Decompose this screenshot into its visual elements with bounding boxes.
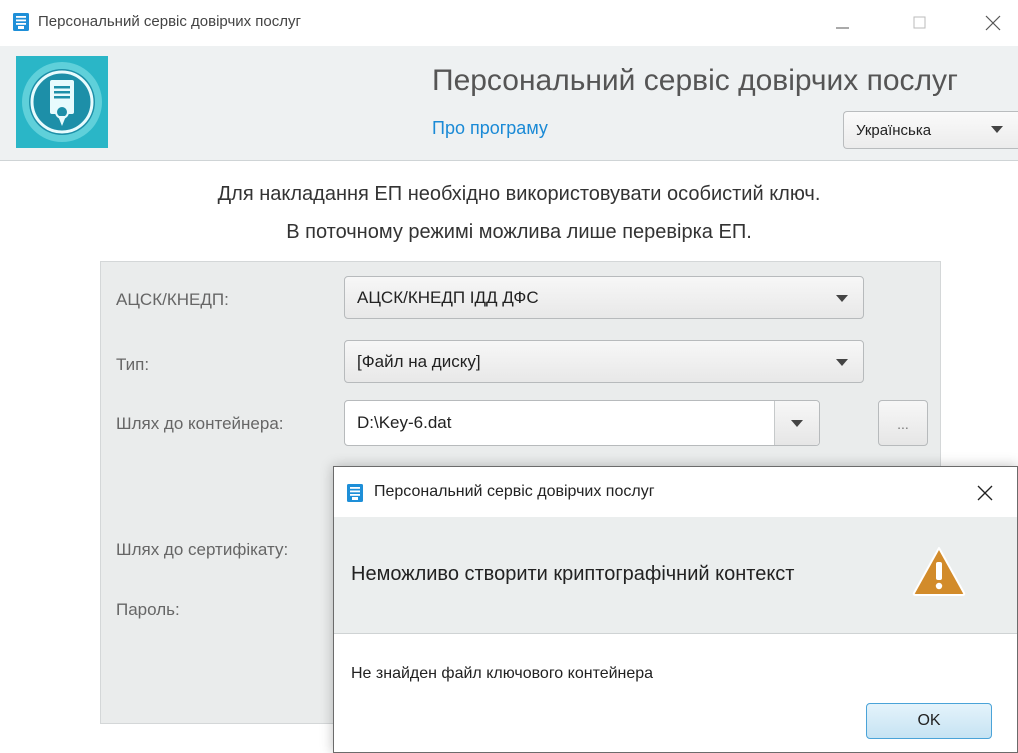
- dialog-detail: Не знайден файл ключового контейнера: [351, 665, 654, 682]
- language-select-value: Українська: [856, 122, 932, 139]
- container-path-label: Шлях до контейнера:: [116, 414, 284, 433]
- certificate-path-label: Шлях до сертифікату:: [116, 540, 289, 559]
- ca-label: АЦСК/КНЕДП:: [116, 290, 229, 309]
- minimize-icon[interactable]: [822, 8, 862, 38]
- close-icon[interactable]: [970, 479, 1000, 507]
- type-label: Тип:: [116, 355, 150, 374]
- certificate-logo-icon: [16, 56, 108, 148]
- ca-select-value: АЦСК/КНЕДП ІДД ДФС: [357, 288, 539, 307]
- chevron-down-icon: [991, 126, 1003, 133]
- container-path-value: D:\Key-6.dat: [357, 413, 452, 432]
- app-icon: [12, 12, 30, 37]
- chevron-down-icon: [836, 295, 848, 302]
- type-select-value: [Файл на диску]: [357, 352, 481, 371]
- maximize-icon[interactable]: [900, 8, 940, 38]
- dialog-header: Неможливо створити криптографічний конте…: [334, 517, 1017, 634]
- chevron-down-icon: [836, 359, 848, 366]
- container-path-input[interactable]: D:\Key-6.dat: [344, 400, 820, 446]
- info-line-1: Для накладання ЕП необхідно використовув…: [217, 183, 821, 205]
- ca-select[interactable]: АЦСК/КНЕДП ІДД ДФС: [344, 276, 864, 319]
- dialog-message: Неможливо створити криптографічний конте…: [351, 563, 795, 585]
- info-line-2: В поточному режимі можлива лише перевірк…: [286, 221, 752, 243]
- browse-button[interactable]: ...: [878, 400, 928, 446]
- warning-icon: [911, 545, 967, 602]
- app-icon: [346, 483, 364, 508]
- close-icon[interactable]: [972, 8, 1012, 38]
- window-title: Персональний сервіс довірчих послуг: [38, 13, 301, 30]
- dialog-titlebar: Персональний сервіс довірчих послуг: [334, 467, 1017, 517]
- password-label: Пароль:: [116, 600, 180, 619]
- language-select[interactable]: Українська: [843, 111, 1018, 149]
- dialog-title: Персональний сервіс довірчих послуг: [374, 483, 655, 500]
- container-path-dropdown-button[interactable]: [774, 401, 819, 445]
- type-select[interactable]: [Файл на диску]: [344, 340, 864, 383]
- error-dialog: Персональний сервіс довірчих послуг Немо…: [333, 466, 1018, 753]
- app-header: Персональний сервіс довірчих послуг Про …: [0, 46, 1018, 161]
- header-title: Персональний сервіс довірчих послуг: [432, 64, 958, 97]
- window-titlebar: Персональний сервіс довірчих послуг: [0, 0, 1018, 46]
- chevron-down-icon: [791, 420, 803, 427]
- ok-button[interactable]: OK: [866, 703, 992, 739]
- about-link[interactable]: Про програму: [432, 118, 548, 139]
